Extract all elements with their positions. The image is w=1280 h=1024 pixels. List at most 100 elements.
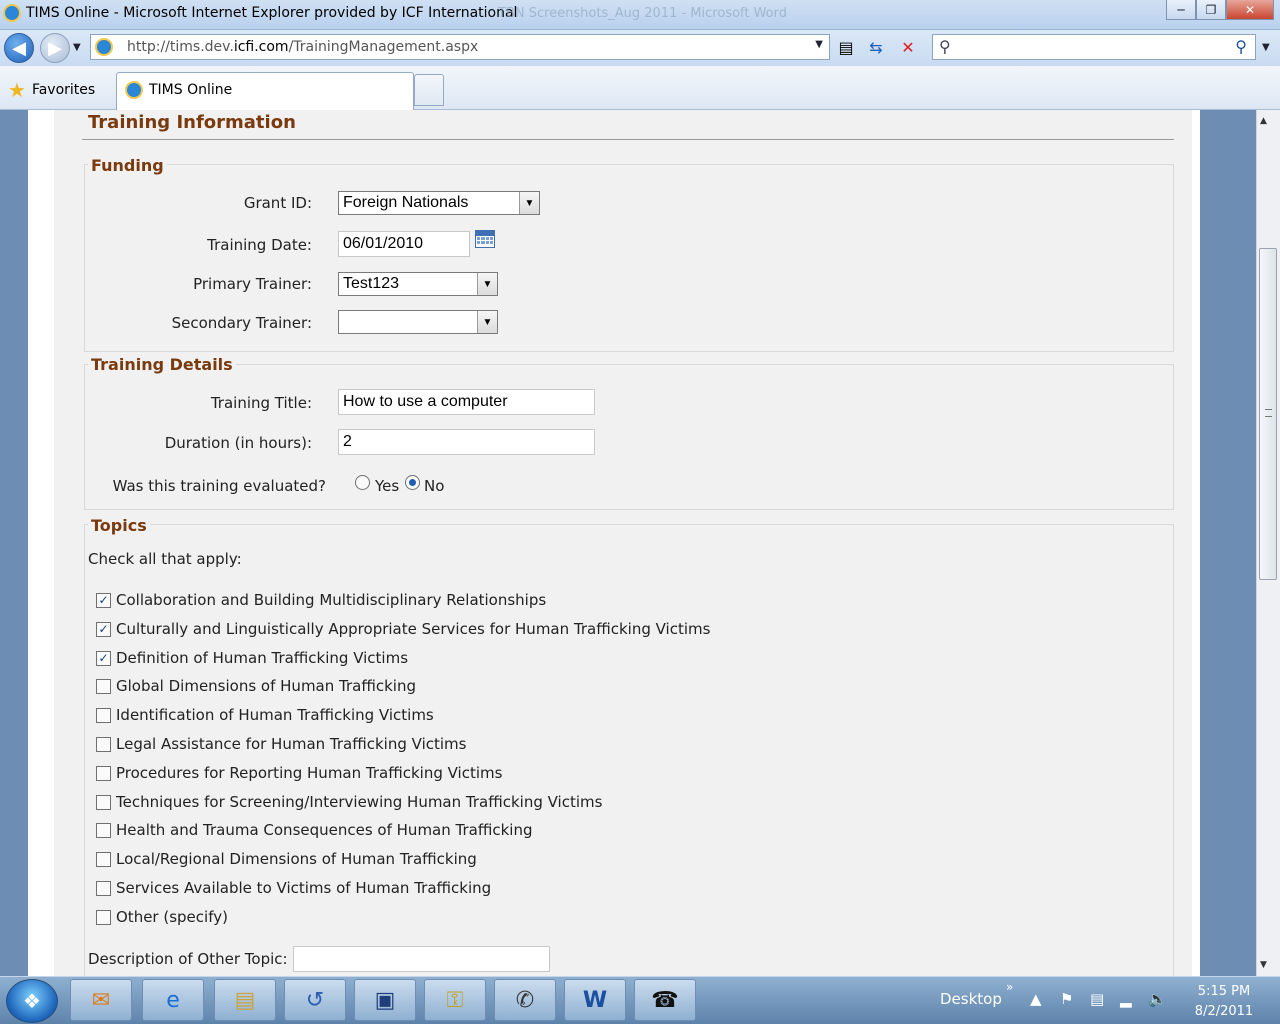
stop-icon[interactable]: ✕ xyxy=(894,34,922,60)
security-app-taskbar-icon[interactable]: ⚿ xyxy=(424,979,486,1021)
chevron-down-icon[interactable]: ▼ xyxy=(477,273,497,295)
window-controls: ─ ❐ ✕ xyxy=(1166,0,1274,20)
phone-taskbar-icon[interactable]: ✆ xyxy=(494,979,556,1021)
topic-checkbox[interactable]: ✓ xyxy=(96,650,111,666)
topic-label: Global Dimensions of Human Trafficking xyxy=(116,677,416,695)
scroll-up-icon[interactable]: ▲ xyxy=(1260,116,1267,126)
tab-favicon-icon xyxy=(125,81,143,99)
other-topic-description-input[interactable] xyxy=(293,946,550,972)
topic-checkbox-row[interactable]: Global Dimensions of Human Trafficking xyxy=(96,674,416,698)
chevron-down-icon[interactable]: ▼ xyxy=(519,192,539,214)
topic-checkbox[interactable] xyxy=(96,765,111,781)
search-box[interactable]: ⚲ ⚲ xyxy=(932,34,1256,60)
minimize-button[interactable]: ─ xyxy=(1166,0,1196,20)
topic-label: Techniques for Screening/Interviewing Hu… xyxy=(116,793,603,811)
evaluated-yes-label: Yes xyxy=(375,477,400,495)
topic-checkbox-row[interactable]: Procedures for Reporting Human Trafficki… xyxy=(96,761,502,785)
toolbar-expand-icon[interactable]: » xyxy=(1006,980,1013,994)
topic-checkbox[interactable] xyxy=(96,880,111,896)
topic-label: Culturally and Linguistically Appropriat… xyxy=(116,620,711,638)
telephony-taskbar-icon[interactable]: ☎ xyxy=(634,979,696,1021)
system-clock[interactable]: 5:15 PM 8/2/2011 xyxy=(1180,982,1268,1022)
device-icon[interactable]: ▤ xyxy=(1090,990,1104,1008)
show-hidden-icons-icon[interactable]: ▲ xyxy=(1030,990,1042,1008)
topic-checkbox-row[interactable]: ✓ Culturally and Linguistically Appropria… xyxy=(96,617,710,641)
tab-label: TIMS Online xyxy=(149,82,233,98)
vertical-scrollbar[interactable]: ▲ ▼ xyxy=(1256,110,1280,976)
forward-button[interactable]: ▶ xyxy=(40,33,70,63)
topic-checkbox[interactable] xyxy=(96,851,111,867)
scroll-down-icon[interactable]: ▼ xyxy=(1260,960,1267,970)
evaluated-no-radio[interactable] xyxy=(405,475,420,490)
page-viewport: Training Information Funding Grant ID: F… xyxy=(0,110,1280,976)
secondary-trainer-select[interactable]: ▼ xyxy=(338,310,498,334)
new-tab-button[interactable] xyxy=(414,74,444,106)
compatibility-view-icon[interactable]: ▤ xyxy=(832,34,860,60)
clock-date: 8/2/2011 xyxy=(1194,1004,1254,1019)
word-taskbar-icon[interactable]: W xyxy=(564,979,626,1021)
chevron-down-icon[interactable]: ▼ xyxy=(477,311,497,333)
topic-checkbox[interactable]: ✓ xyxy=(96,621,111,637)
favorites-label: Favorites xyxy=(31,82,96,98)
network-app-taskbar-icon[interactable]: ▣ xyxy=(354,979,416,1021)
training-title-input[interactable]: How to use a computer xyxy=(338,389,595,415)
network-signal-icon[interactable]: ▂ xyxy=(1120,990,1132,1008)
secondary-trainer-label: Secondary Trainer: xyxy=(171,314,312,332)
back-button[interactable]: ◀ xyxy=(4,33,34,63)
topic-checkbox[interactable] xyxy=(96,794,111,810)
topic-checkbox-row[interactable]: Legal Assistance for Human Trafficking V… xyxy=(96,732,466,756)
topic-checkbox-row[interactable]: ✓ Definition of Human Trafficking Victims xyxy=(96,646,408,670)
maximize-button[interactable]: ❐ xyxy=(1196,0,1226,20)
primary-trainer-select[interactable]: Test123 ▼ xyxy=(338,272,498,296)
window-title-bar: TIMS Online - Microsoft Internet Explore… xyxy=(0,0,1280,30)
search-button-icon[interactable]: ⚲ xyxy=(1235,37,1247,56)
topic-checkbox-row[interactable]: Other (specify) xyxy=(96,905,228,929)
outlook-taskbar-icon[interactable]: ✉ xyxy=(70,979,132,1021)
duration-label: Duration (in hours): xyxy=(164,434,312,452)
close-window-button[interactable]: ✕ xyxy=(1226,0,1274,20)
desktop-toolbar-label[interactable]: Desktop xyxy=(940,990,1002,1008)
volume-muted-icon[interactable]: 🔈 xyxy=(1148,990,1167,1008)
topic-checkbox-row[interactable]: Local/Regional Dimensions of Human Traff… xyxy=(96,847,477,871)
action-center-flag-icon[interactable]: ⚑ xyxy=(1060,990,1073,1008)
search-options-dropdown-icon[interactable]: ▼ xyxy=(1262,42,1270,53)
section-divider xyxy=(82,139,1174,140)
evaluated-question-label: Was this training evaluated? xyxy=(112,477,326,495)
topic-label: Services Available to Victims of Human T… xyxy=(116,879,492,897)
start-button[interactable]: ❖ xyxy=(6,979,58,1023)
address-bar[interactable]: http://tims.dev.icfi.com/TrainingManagem… xyxy=(90,34,830,60)
grant-id-select[interactable]: Foreign Nationals ▼ xyxy=(338,191,540,215)
topic-checkbox[interactable] xyxy=(96,707,111,723)
training-title-label: Training Title: xyxy=(210,394,312,412)
evaluated-yes-radio[interactable] xyxy=(355,475,370,490)
topic-checkbox-row[interactable]: Services Available to Victims of Human T… xyxy=(96,876,491,900)
topic-checkbox-row[interactable]: Identification of Human Trafficking Vict… xyxy=(96,703,434,727)
topic-checkbox-row[interactable]: Health and Trauma Consequences of Human … xyxy=(96,818,532,842)
topic-checkbox[interactable] xyxy=(96,909,111,925)
address-dropdown-icon[interactable]: ▼ xyxy=(815,39,823,50)
calendar-icon[interactable] xyxy=(475,230,495,248)
search-input[interactable] xyxy=(963,37,1213,57)
topic-checkbox[interactable] xyxy=(96,822,111,838)
recent-pages-dropdown-icon[interactable]: ▼ xyxy=(73,42,81,53)
topic-checkbox[interactable] xyxy=(96,678,111,694)
address-url[interactable]: http://tims.dev.icfi.com/TrainingManagem… xyxy=(127,39,478,55)
training-date-label: Training Date: xyxy=(207,236,312,254)
clock-time: 5:15 PM xyxy=(1197,984,1251,999)
duration-input[interactable]: 2 xyxy=(338,429,595,455)
internet-explorer-taskbar-icon[interactable]: e xyxy=(142,979,204,1021)
topic-label: Identification of Human Trafficking Vict… xyxy=(116,706,434,724)
remote-app-taskbar-icon[interactable]: ↺ xyxy=(284,979,346,1021)
tab-tims-online[interactable]: TIMS Online xyxy=(116,72,414,110)
refresh-icon[interactable]: ⇆ xyxy=(862,34,890,60)
scrollbar-thumb[interactable] xyxy=(1259,248,1277,580)
topic-label: Collaboration and Building Multidiscipli… xyxy=(116,591,547,609)
section-title: Training Information xyxy=(88,112,296,133)
training-date-input[interactable]: 06/01/2010 xyxy=(338,231,470,257)
topic-checkbox[interactable]: ✓ xyxy=(96,592,111,608)
topic-checkbox[interactable] xyxy=(96,736,111,752)
favorites-button[interactable]: ★ Favorites xyxy=(8,78,95,102)
topic-checkbox-row[interactable]: ✓ Collaboration and Building Multidiscipl… xyxy=(96,588,546,612)
topic-checkbox-row[interactable]: Techniques for Screening/Interviewing Hu… xyxy=(96,790,602,814)
file-explorer-taskbar-icon[interactable]: ▤ xyxy=(214,979,276,1021)
